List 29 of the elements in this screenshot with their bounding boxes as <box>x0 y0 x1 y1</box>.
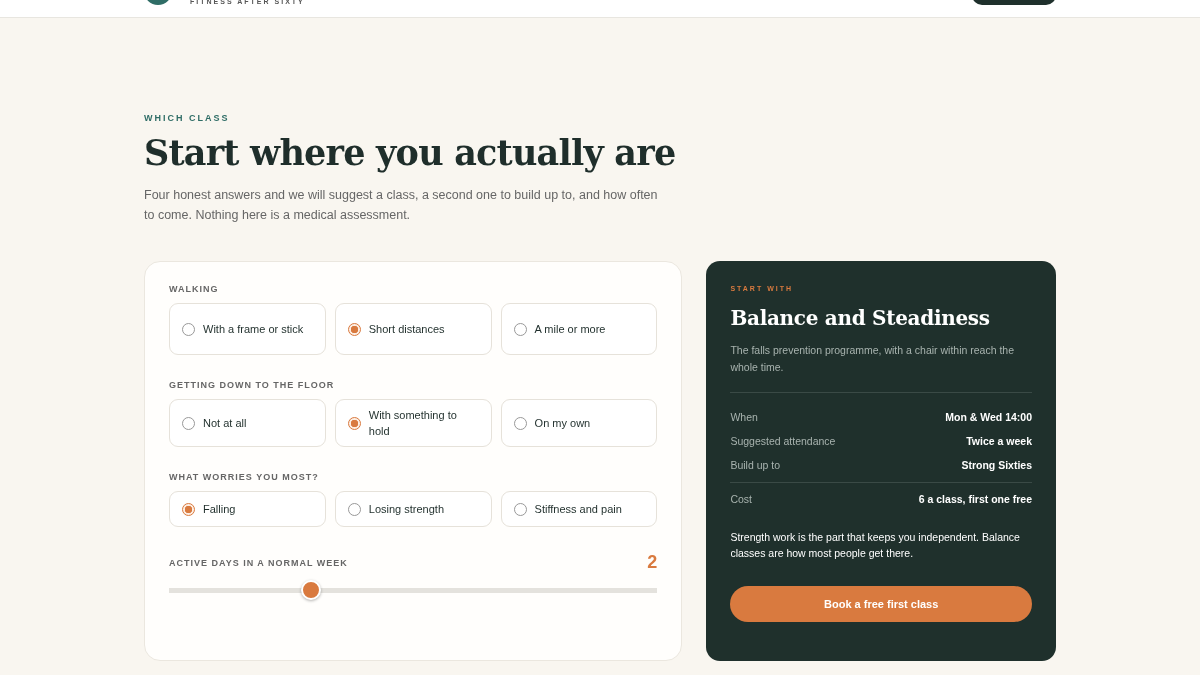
class-description: The falls prevention programme, with a chair within reach the whole time. <box>730 343 1015 375</box>
detail-label: When <box>730 411 758 423</box>
result-note: Strength work is the part that keeps you independent. Balance classes are how most people get there. <box>730 530 1021 561</box>
question-label: WALKING <box>169 284 220 294</box>
question-label: WHAT WORRIES YOU MOST? <box>169 472 320 482</box>
option-button[interactable]: With a frame or stick <box>169 303 326 355</box>
cost-label: Cost <box>730 493 752 505</box>
option-button[interactable]: With something to hold <box>334 399 492 447</box>
slider-thumb[interactable] <box>300 580 321 600</box>
option-button[interactable]: Losing strength <box>334 491 492 527</box>
cost-value: 6 a class, first one free <box>918 493 1032 505</box>
option-button[interactable]: Short distances <box>334 303 492 355</box>
intro-text: Four honest answers and we will suggest a class, a second one to build up to, and how often to come. Nothing here is a medical assessment. <box>144 187 659 224</box>
detail-label: Suggested attendance <box>730 435 836 447</box>
detail-value: Strong Sixties <box>961 459 1032 471</box>
slider-value: 2 <box>647 552 658 573</box>
option-button[interactable]: A mile or more <box>500 303 658 355</box>
option-button[interactable]: Falling <box>169 491 326 527</box>
page-title: Start where you actually are <box>144 131 677 175</box>
section-eyebrow: WHICH CLASS <box>144 113 231 123</box>
option-button[interactable]: Stiffness and pain <box>500 491 658 527</box>
option-button[interactable]: Not at all <box>169 399 326 447</box>
option-button[interactable]: On my own <box>500 399 658 447</box>
detail-value: Mon & Wed 14:00 <box>945 411 1032 423</box>
detail-value: Twice a week <box>966 435 1032 447</box>
class-title: Balance and Steadiness <box>730 306 991 330</box>
detail-label: Build up to <box>730 459 780 471</box>
question-label: GETTING DOWN TO THE FLOOR <box>169 380 336 390</box>
slider-label: ACTIVE DAYS IN A NORMAL WEEK <box>169 557 348 568</box>
